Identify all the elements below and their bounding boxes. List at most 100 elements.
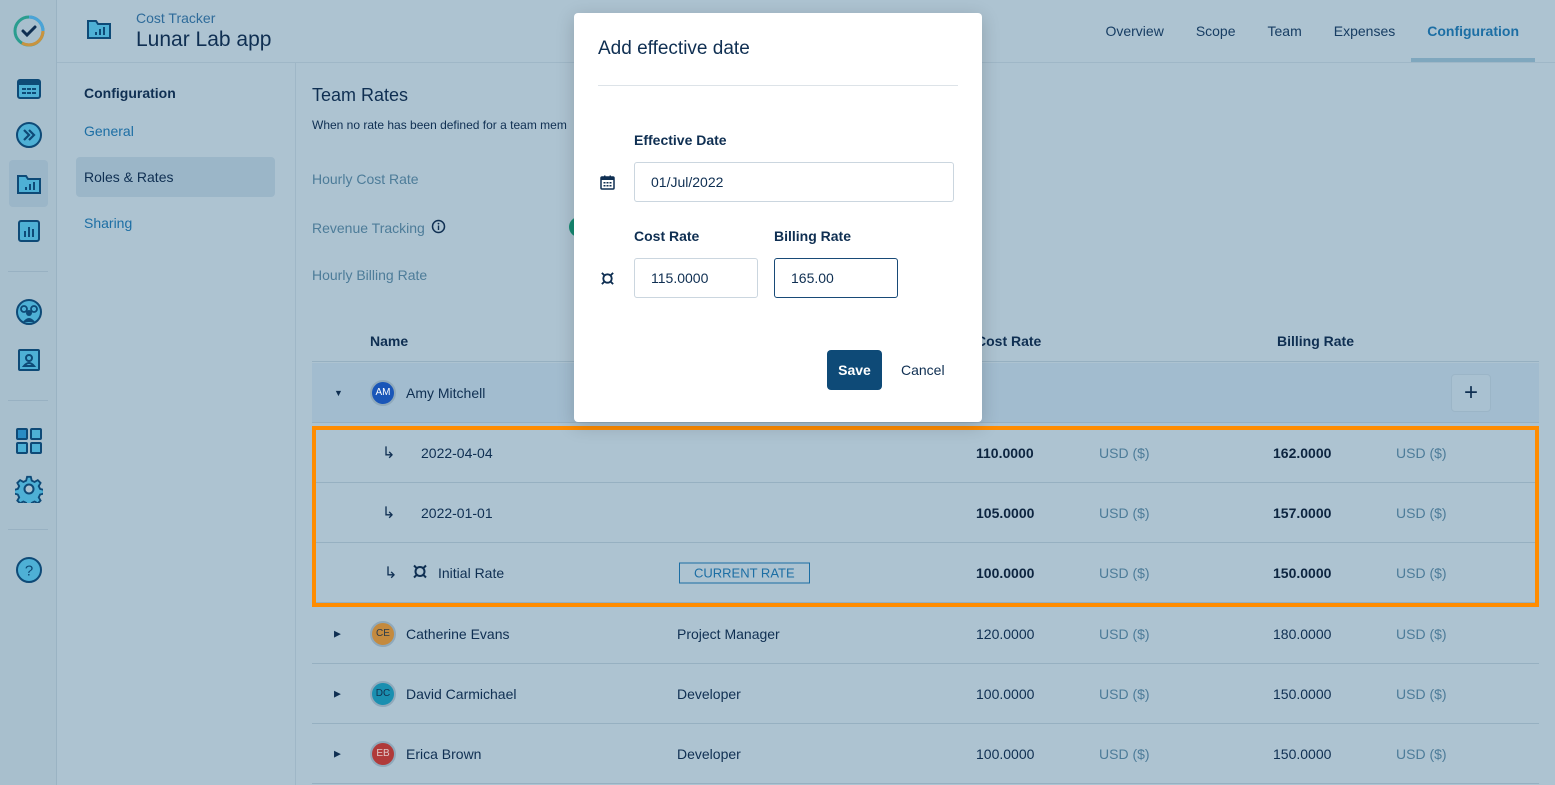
rate-history-row: ↳ Initial Rate CURRENT RATE 100.0000 USD… bbox=[312, 543, 1539, 603]
project-folder-icon bbox=[86, 18, 112, 45]
app-rail: ? bbox=[0, 0, 57, 785]
cost-currency: USD ($) bbox=[1099, 685, 1150, 702]
tab-scope[interactable]: Scope bbox=[1180, 0, 1252, 63]
caret-right-icon[interactable]: ▶ bbox=[334, 748, 341, 759]
settings-gear-icon[interactable] bbox=[9, 469, 48, 509]
billing-currency: USD ($) bbox=[1396, 444, 1447, 461]
avatar: CE bbox=[370, 620, 396, 647]
save-button[interactable]: Save bbox=[827, 350, 882, 390]
cancel-button[interactable]: Cancel bbox=[892, 350, 954, 390]
billing-rate-value: 150.0000 bbox=[1273, 564, 1332, 581]
tab-configuration[interactable]: Configuration bbox=[1411, 0, 1535, 62]
billing-rate-value: 162.0000 bbox=[1273, 444, 1332, 461]
sidebar-item-sharing[interactable]: Sharing bbox=[76, 203, 275, 243]
sidebar-item-general[interactable]: General bbox=[76, 111, 275, 151]
cost-rate-value: 100.0000 bbox=[976, 745, 1035, 762]
reports-icon[interactable] bbox=[9, 211, 48, 251]
billing-rate-value: 180.0000 bbox=[1273, 625, 1332, 642]
effective-date-input[interactable] bbox=[634, 162, 954, 202]
svg-text:?: ? bbox=[24, 563, 32, 580]
info-icon[interactable] bbox=[431, 219, 446, 237]
hourly-billing-rate-text: Hourly Billing Rate bbox=[312, 267, 428, 283]
cost-currency: USD ($) bbox=[1099, 504, 1150, 521]
billing-currency: USD ($) bbox=[1396, 564, 1447, 581]
billing-rate-label: Billing Rate bbox=[774, 228, 852, 244]
billing-currency: USD ($) bbox=[1396, 685, 1447, 702]
projects-icon[interactable] bbox=[9, 160, 48, 207]
project-subtitle[interactable]: Cost Tracker bbox=[136, 10, 215, 26]
member-role: Project Manager bbox=[677, 625, 780, 642]
cost-rate-value: 105.0000 bbox=[976, 504, 1035, 521]
currency-icon bbox=[600, 271, 615, 291]
add-effective-date-button[interactable]: + bbox=[1451, 373, 1491, 412]
cost-rate-label: Cost Rate bbox=[634, 228, 700, 244]
table-row[interactable]: ▶ EB Erica Brown Developer 100.0000 USD … bbox=[312, 724, 1539, 784]
caret-right-icon[interactable]: ▶ bbox=[334, 628, 341, 639]
billing-rate-value: 150.0000 bbox=[1273, 745, 1332, 762]
hourly-billing-rate-label: Hourly Billing Rate bbox=[312, 267, 427, 283]
member-name: Catherine Evans bbox=[406, 625, 510, 642]
cost-rate-value: 120.0000 bbox=[976, 625, 1035, 642]
initial-rate-label: Initial Rate bbox=[438, 564, 505, 581]
currency-icon bbox=[412, 563, 428, 582]
dialog-title: Add effective date bbox=[598, 38, 750, 59]
table-row[interactable]: ▶ CE Catherine Evans Project Manager 120… bbox=[312, 604, 1539, 664]
billing-rate-value: 157.0000 bbox=[1273, 504, 1332, 521]
sidebar-title: Configuration bbox=[84, 85, 176, 101]
sub-arrow-icon: ↳ bbox=[384, 564, 398, 582]
cost-currency: USD ($) bbox=[1099, 444, 1150, 461]
rail-divider bbox=[8, 271, 48, 272]
dialog-divider bbox=[598, 85, 958, 86]
add-effective-date-dialog: Add effective date Effective Date Cost R… bbox=[574, 13, 982, 422]
calendar-icon[interactable] bbox=[9, 68, 48, 108]
section-title: Team Rates bbox=[312, 85, 409, 105]
team-icon[interactable] bbox=[9, 292, 48, 332]
avatar: DC bbox=[370, 680, 396, 707]
hourly-cost-rate-text: Hourly Cost Rate bbox=[312, 171, 419, 187]
effective-date: 2022-04-04 bbox=[421, 444, 493, 461]
rate-history-row: ↳ 2022-01-01 105.0000 USD ($) 157.0000 U… bbox=[312, 483, 1539, 543]
cost-rate-value: 110.0000 bbox=[976, 444, 1034, 461]
tab-team[interactable]: Team bbox=[1252, 0, 1318, 63]
hourly-cost-rate-label: Hourly Cost Rate bbox=[312, 171, 419, 187]
billing-rate-input[interactable] bbox=[774, 258, 898, 298]
cost-rate-value: 100.0000 bbox=[976, 564, 1035, 581]
current-rate-badge: CURRENT RATE bbox=[679, 562, 810, 583]
project-title: Lunar Lab app bbox=[136, 28, 272, 51]
config-sidebar: Configuration General Roles & Rates Shar… bbox=[57, 63, 296, 785]
table-row[interactable]: ▶ DC David Carmichael Developer 100.0000… bbox=[312, 664, 1539, 724]
rail-divider bbox=[8, 529, 48, 530]
member-name: David Carmichael bbox=[406, 685, 517, 702]
billing-rate-value: 150.0000 bbox=[1273, 685, 1332, 702]
contact-card-icon[interactable] bbox=[9, 340, 48, 380]
apps-grid-icon[interactable] bbox=[9, 421, 48, 461]
avatar: EB bbox=[370, 740, 396, 767]
rail-divider bbox=[8, 400, 48, 401]
tab-overview[interactable]: Overview bbox=[1089, 0, 1179, 63]
col-billing-rate[interactable]: Billing Rate bbox=[1277, 333, 1354, 349]
avatar: AM bbox=[370, 379, 396, 406]
caret-right-icon[interactable]: ▶ bbox=[334, 688, 341, 699]
help-icon[interactable]: ? bbox=[9, 550, 48, 590]
section-description: When no rate has been defined for a team… bbox=[312, 118, 567, 132]
cost-currency: USD ($) bbox=[1099, 745, 1150, 762]
rate-history-row: ↳ 2022-04-04 110.0000 USD ($) 162.0000 U… bbox=[312, 423, 1539, 483]
revenue-tracking-label: Revenue Tracking bbox=[312, 219, 446, 237]
member-name: Amy Mitchell bbox=[406, 384, 486, 401]
cost-rate-input[interactable] bbox=[634, 258, 758, 298]
tab-expenses[interactable]: Expenses bbox=[1318, 0, 1411, 63]
col-cost-rate[interactable]: Cost Rate bbox=[976, 333, 1041, 349]
sidebar-item-roles-rates[interactable]: Roles & Rates bbox=[76, 157, 275, 197]
member-name: Erica Brown bbox=[406, 745, 482, 762]
fast-forward-icon[interactable] bbox=[9, 115, 48, 155]
member-role: Developer bbox=[677, 685, 741, 702]
cost-currency: USD ($) bbox=[1099, 564, 1150, 581]
member-role: Developer bbox=[677, 745, 741, 762]
caret-down-icon[interactable]: ▼ bbox=[334, 388, 343, 398]
billing-currency: USD ($) bbox=[1396, 745, 1447, 762]
col-name[interactable]: Name bbox=[370, 333, 408, 349]
billing-currency: USD ($) bbox=[1396, 504, 1447, 521]
app-logo-icon[interactable] bbox=[9, 11, 48, 51]
sub-arrow-icon: ↳ bbox=[382, 444, 396, 462]
cost-rate-value: 100.0000 bbox=[976, 685, 1035, 702]
